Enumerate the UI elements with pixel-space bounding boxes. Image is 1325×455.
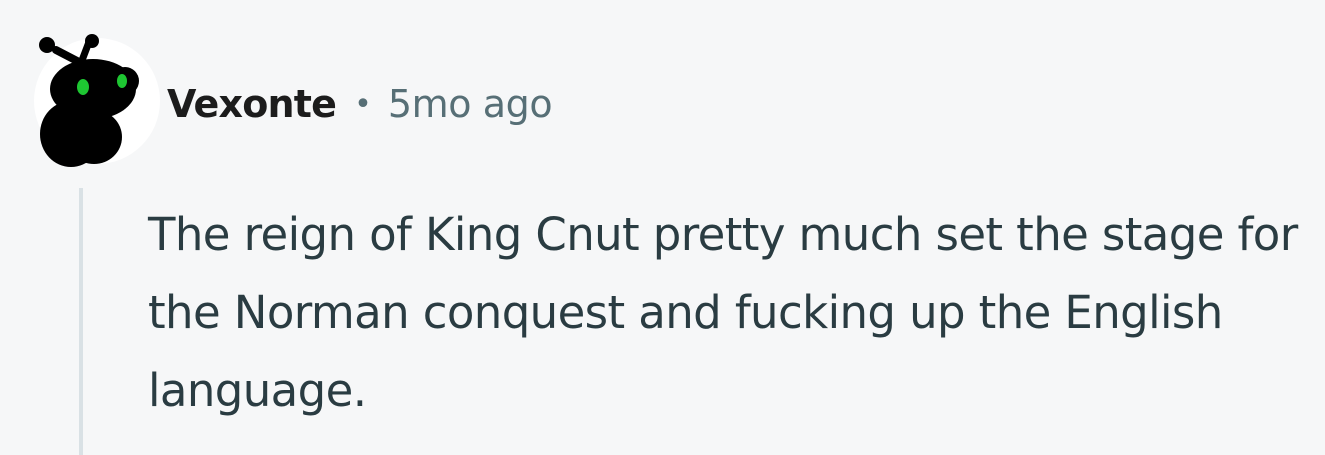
comment-body: The reign of King Cnut pretty much set t… [148, 208, 1298, 417]
thread-line[interactable] [79, 188, 83, 455]
timestamp[interactable]: 5mo ago [388, 82, 553, 126]
meta-separator: • [354, 86, 372, 122]
comment: Vexonte • 5mo ago The reign of King Cnut… [0, 0, 1325, 455]
username-link[interactable]: Vexonte [167, 82, 337, 126]
user-avatar[interactable] [34, 34, 160, 167]
snoo-avatar-icon [34, 34, 160, 167]
comment-meta: Vexonte • 5mo ago [167, 78, 553, 130]
